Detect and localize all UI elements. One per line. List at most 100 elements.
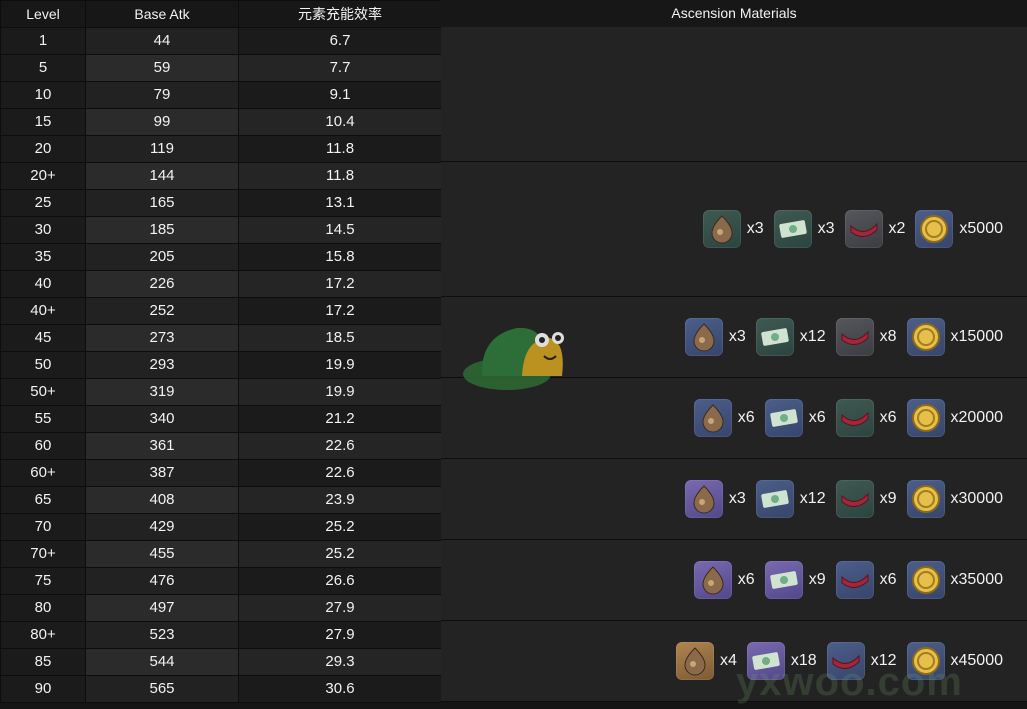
stats-row: 85 544 29.3 bbox=[0, 648, 442, 676]
common-drop-icon bbox=[835, 480, 874, 518]
mascot-logo-icon bbox=[463, 327, 564, 390]
material-item[interactable]: x12 bbox=[755, 480, 826, 518]
material-item[interactable]: x30000 bbox=[906, 480, 1004, 518]
base-atk-cell: 79 bbox=[85, 81, 239, 109]
stats-body: 1 44 6.7 5 59 7.7 10 79 9.1 15 99 10.4 20 119 11.8 20+ 1… bbox=[0, 27, 442, 703]
weapon-stats-page: Level Base Atk 元素充能效率 1 44 6.7 5 59 7.7 10 79 9.… bbox=[0, 0, 1027, 709]
weapon-material-icon bbox=[684, 318, 723, 356]
stats-row: 50+ 319 19.9 bbox=[0, 378, 442, 406]
level-cell: 30 bbox=[0, 216, 86, 244]
stats-row: 20+ 144 11.8 bbox=[0, 162, 442, 190]
mora-coin-icon bbox=[906, 480, 945, 518]
base-atk-cell: 340 bbox=[85, 405, 239, 433]
level-cell: 10 bbox=[0, 81, 86, 109]
material-item[interactable]: x9 bbox=[764, 561, 826, 599]
material-count: x3 bbox=[728, 490, 746, 507]
weapon-material-icon bbox=[676, 642, 714, 680]
ascension-block: x3 x12 x9 x30000 bbox=[441, 459, 1027, 540]
material-item[interactable]: x6 bbox=[835, 399, 897, 437]
base-atk-cell: 319 bbox=[85, 378, 239, 406]
material-item[interactable]: x3 bbox=[684, 480, 746, 518]
material-count: x3 bbox=[728, 328, 746, 345]
base-atk-cell: 205 bbox=[85, 243, 239, 271]
energy-recharge-cell: 17.2 bbox=[238, 297, 442, 325]
base-atk-cell: 165 bbox=[85, 189, 239, 217]
material-item[interactable]: x5000 bbox=[915, 210, 1003, 248]
base-atk-cell: 44 bbox=[85, 27, 239, 55]
level-cell: 90 bbox=[0, 675, 86, 703]
stats-row: 40+ 252 17.2 bbox=[0, 297, 442, 325]
material-count: x30000 bbox=[950, 490, 1004, 507]
material-count: x6 bbox=[879, 409, 897, 426]
base-atk-cell: 273 bbox=[85, 324, 239, 352]
mora-coin-icon bbox=[906, 561, 945, 599]
ascension-block: x6 x9 x6 x35000 bbox=[441, 540, 1027, 621]
material-item[interactable]: x4 bbox=[676, 642, 737, 680]
material-count: x6 bbox=[879, 571, 897, 588]
level-cell: 40 bbox=[0, 270, 86, 298]
common-drop-icon bbox=[844, 210, 883, 248]
common-drop-icon bbox=[835, 561, 874, 599]
level-cell: 70 bbox=[0, 513, 86, 541]
base-atk-cell: 565 bbox=[85, 675, 239, 703]
energy-recharge-cell: 6.7 bbox=[238, 27, 442, 55]
stats-row: 65 408 23.9 bbox=[0, 486, 442, 514]
base-atk-cell: 185 bbox=[85, 216, 239, 244]
base-atk-cell: 293 bbox=[85, 351, 239, 379]
level-cell: 35 bbox=[0, 243, 86, 271]
material-item[interactable]: x2 bbox=[844, 210, 905, 248]
base-atk-cell: 119 bbox=[85, 135, 239, 163]
stats-row: 55 340 21.2 bbox=[0, 405, 442, 433]
energy-recharge-cell: 25.2 bbox=[238, 540, 442, 568]
base-atk-cell: 252 bbox=[85, 297, 239, 325]
material-count: x3 bbox=[746, 220, 764, 237]
weapon-material-icon bbox=[693, 399, 732, 437]
energy-recharge-cell: 10.4 bbox=[238, 108, 442, 136]
material-count: x8 bbox=[879, 328, 897, 345]
energy-recharge-cell: 26.6 bbox=[238, 567, 442, 595]
ascension-block bbox=[441, 27, 1027, 162]
stats-row: 15 99 10.4 bbox=[0, 108, 442, 136]
material-item[interactable]: x12 bbox=[755, 318, 826, 356]
level-cell: 55 bbox=[0, 405, 86, 433]
base-atk-cell: 59 bbox=[85, 54, 239, 82]
base-atk-cell: 455 bbox=[85, 540, 239, 568]
material-item[interactable]: x35000 bbox=[906, 561, 1003, 599]
material-item[interactable]: x3 bbox=[773, 210, 835, 248]
ascension-block: x3 x3 x2 x5000 bbox=[441, 162, 1027, 297]
stats-row: 1 44 6.7 bbox=[0, 27, 442, 55]
stats-row: 60+ 387 22.6 bbox=[0, 459, 442, 487]
material-count: x12 bbox=[799, 490, 826, 507]
stats-row: 30 185 14.5 bbox=[0, 216, 442, 244]
material-count: x6 bbox=[808, 409, 826, 426]
base-atk-cell: 99 bbox=[85, 108, 239, 136]
level-cell: 20 bbox=[0, 135, 86, 163]
base-atk-cell: 408 bbox=[85, 486, 239, 514]
material-item[interactable]: x20000 bbox=[906, 399, 1003, 437]
material-item[interactable]: x8 bbox=[835, 318, 897, 356]
level-cell: 80 bbox=[0, 594, 86, 622]
level-cell: 50+ bbox=[0, 378, 86, 406]
base-atk-cell: 144 bbox=[85, 162, 239, 190]
material-item[interactable]: x6 bbox=[835, 561, 897, 599]
material-count: x15000 bbox=[950, 328, 1004, 345]
energy-recharge-cell: 23.9 bbox=[238, 486, 442, 514]
energy-recharge-cell: 30.6 bbox=[238, 675, 442, 703]
level-cell: 60 bbox=[0, 432, 86, 460]
material-item[interactable]: x3 bbox=[702, 210, 764, 248]
stats-row: 40 226 17.2 bbox=[0, 270, 442, 298]
material-item[interactable]: x15000 bbox=[906, 318, 1004, 356]
level-cell: 40+ bbox=[0, 297, 86, 325]
base-atk-cell: 429 bbox=[85, 513, 239, 541]
energy-recharge-cell: 25.2 bbox=[238, 513, 442, 541]
material-item[interactable]: x3 bbox=[684, 318, 746, 356]
material-count: x12 bbox=[799, 328, 826, 345]
common-drop-icon bbox=[835, 318, 874, 356]
energy-recharge-cell: 14.5 bbox=[238, 216, 442, 244]
base-atk-cell: 226 bbox=[85, 270, 239, 298]
stats-row: 20 119 11.8 bbox=[0, 135, 442, 163]
material-item[interactable]: x9 bbox=[835, 480, 897, 518]
material-item[interactable]: x6 bbox=[764, 399, 826, 437]
material-item[interactable]: x6 bbox=[693, 561, 755, 599]
material-item[interactable]: x6 bbox=[693, 399, 755, 437]
